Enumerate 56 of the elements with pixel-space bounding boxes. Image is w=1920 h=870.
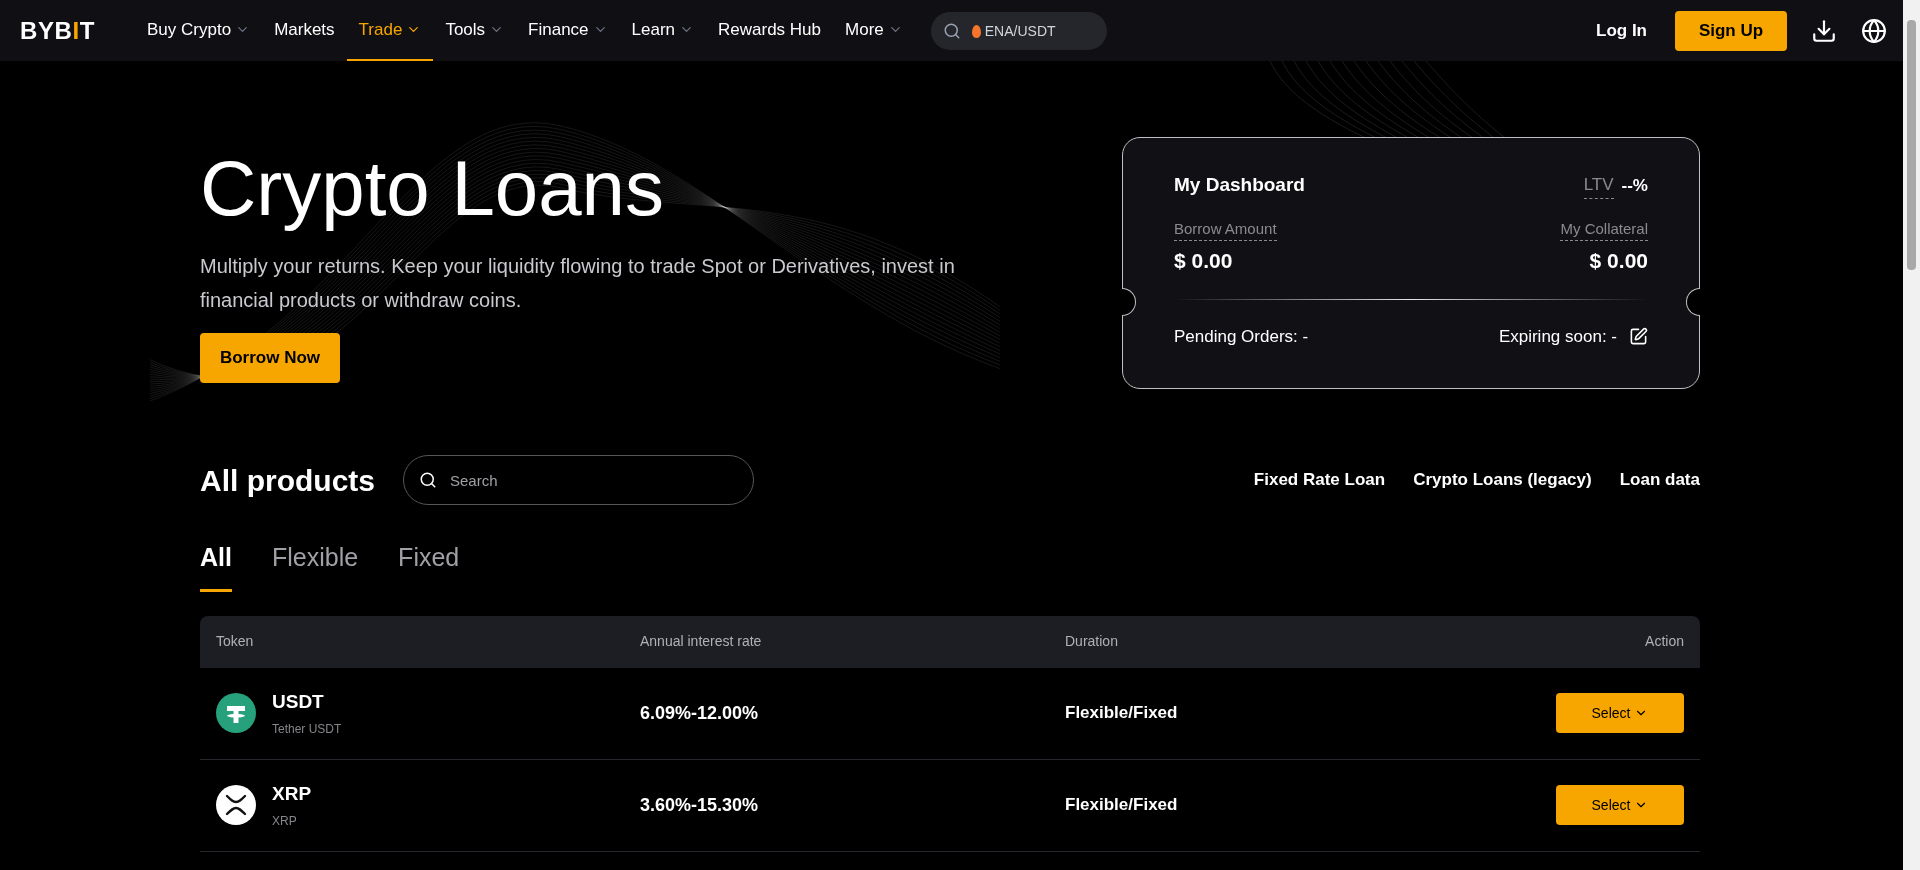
nav-item[interactable]: Rewards Hub <box>706 0 834 61</box>
x-icon <box>216 785 256 825</box>
header-link[interactable]: Loan data <box>1619 467 1700 493</box>
interest-rate: 6.09%-12.00% <box>640 701 760 725</box>
fire-icon <box>971 24 981 38</box>
select-button[interactable]: Select <box>1556 785 1684 825</box>
search-icon <box>419 471 437 489</box>
borrow-now-button[interactable]: Borrow Now <box>200 333 340 383</box>
nav-item[interactable]: Markets <box>262 0 347 61</box>
login-link[interactable]: Log In <box>1596 17 1647 44</box>
header-link[interactable]: Fixed Rate Loan <box>1253 467 1386 493</box>
table-row[interactable]: XRP XRP 3.60%-15.30% Flexible/Fixed Select <box>200 759 1700 852</box>
token-symbol: USDT <box>272 689 325 714</box>
nav-item[interactable]: Tools <box>433 0 517 61</box>
column-header: Token <box>216 632 255 651</box>
nav-item[interactable]: Buy Crypto <box>135 0 263 61</box>
nav-item[interactable]: Finance <box>516 0 620 61</box>
header-link[interactable]: Crypto Loans (legacy) <box>1413 467 1592 493</box>
tether-icon <box>216 693 256 733</box>
logo[interactable]: BYBIT <box>20 12 96 49</box>
search-field[interactable]: Search <box>403 455 754 505</box>
collateral-value: $ 0.00 <box>1589 248 1648 274</box>
edit-icon[interactable] <box>1629 326 1648 346</box>
download-icon[interactable] <box>1811 17 1837 44</box>
pending-orders: Pending Orders: - <box>1174 325 1309 348</box>
token-name: Tether USDT <box>272 721 342 739</box>
column-header: Annual interest rate <box>640 632 763 651</box>
borrow-amount-label: Borrow Amount <box>1174 217 1277 241</box>
section-title: All products <box>200 462 375 499</box>
collateral-label: My Collateral <box>1560 217 1648 241</box>
nav-item[interactable]: More <box>833 0 915 61</box>
column-header: Action <box>1645 632 1684 651</box>
expiring-soon: Expiring soon: - <box>1498 325 1617 348</box>
nav-item[interactable]: Trade <box>346 0 434 61</box>
token-symbol: XRP <box>272 781 312 806</box>
globe-icon[interactable] <box>1861 17 1887 44</box>
duration: Flexible/Fixed <box>1065 702 1179 725</box>
ltv-value: --% <box>1621 174 1648 197</box>
search-field[interactable]: ENA/USDT <box>930 11 1107 50</box>
product-tab[interactable]: All <box>200 539 232 592</box>
signup-button[interactable]: Sign Up <box>1675 10 1787 51</box>
table-row[interactable]: USDT Tether USDT 6.09%-12.00% Flexible/Fixed Select <box>200 667 1700 760</box>
product-tab[interactable]: Flexible <box>271 539 359 592</box>
borrow-amount-value: $ 0.00 <box>1174 248 1233 274</box>
duration: Flexible/Fixed <box>1065 794 1179 817</box>
dashboard-title: My Dashboard <box>1174 173 1305 197</box>
hero-subtitle: Multiply your returns. Keep your liquidity flowing to trade Spot or Derivatives, invest in financial products or withdraw coins. <box>200 254 956 313</box>
column-header: Duration <box>1065 632 1119 651</box>
scrollbar[interactable] <box>1903 0 1920 870</box>
ltv-label: LTV <box>1583 172 1614 199</box>
token-name: XRP <box>272 813 298 831</box>
search-icon <box>942 21 961 40</box>
select-button[interactable]: Select <box>1556 693 1684 733</box>
interest-rate: 3.60%-15.30% <box>640 793 760 817</box>
nav-item[interactable]: Learn <box>619 0 707 61</box>
product-tab[interactable]: Fixed <box>398 539 460 592</box>
